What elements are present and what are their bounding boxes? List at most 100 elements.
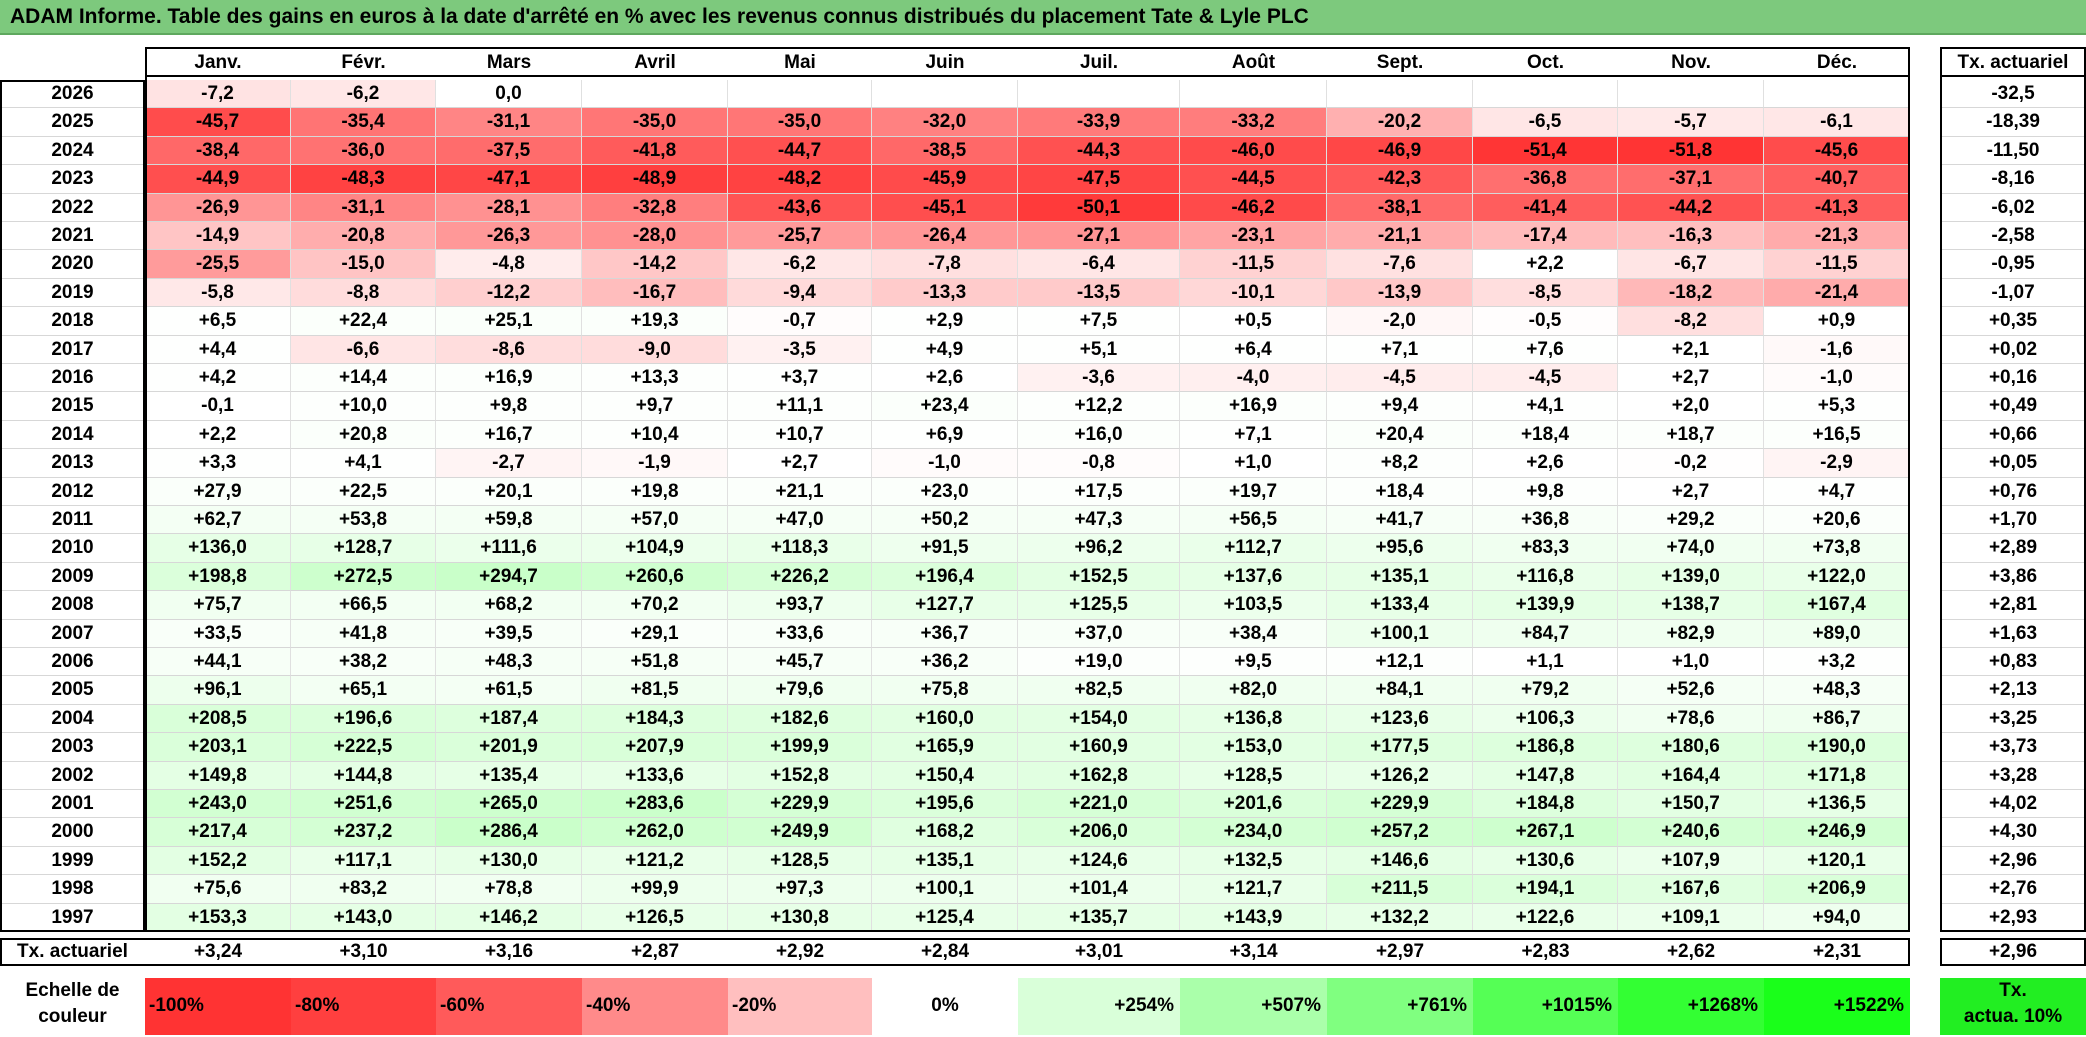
- gain-cell: +82,9: [1618, 619, 1764, 648]
- gain-cell: +36,7: [872, 619, 1018, 648]
- gain-cell: +201,6: [1180, 790, 1327, 819]
- gain-cell: +0,9: [1764, 307, 1910, 336]
- gain-cell: +94,0: [1764, 903, 1910, 932]
- actuarial-rate-cell: -18,39: [1940, 108, 2086, 137]
- gain-cell: -16,3: [1618, 222, 1764, 251]
- year-label: 2016: [0, 364, 145, 393]
- gain-cell: +20,8: [291, 420, 436, 450]
- gain-cell: -0,5: [1473, 307, 1618, 336]
- gain-cell: -0,2: [1618, 449, 1764, 478]
- actuarial-rate-cell: +4,02: [1940, 790, 2086, 819]
- gain-cell: +23,0: [872, 477, 1018, 506]
- actuarial-rate-cell: +0,02: [1940, 335, 2086, 364]
- gain-cell: +4,4: [145, 335, 291, 364]
- gain-cell: -13,5: [1018, 278, 1180, 308]
- gain-cell: -0,8: [1018, 449, 1180, 478]
- year-label: 2023: [0, 165, 145, 194]
- gain-cell: [1618, 80, 1764, 109]
- gain-cell: +184,8: [1473, 790, 1618, 819]
- scale-step: -60%: [436, 978, 582, 1035]
- gain-cell: +116,8: [1473, 562, 1618, 592]
- gain-cell: +146,6: [1327, 846, 1473, 876]
- gain-cell: +118,3: [728, 534, 872, 563]
- gain-cell: +184,3: [582, 704, 728, 734]
- gain-cell: -48,9: [582, 165, 728, 194]
- gain-cell: +138,7: [1618, 591, 1764, 620]
- gain-cell: -44,7: [728, 136, 872, 166]
- gain-cell: +168,2: [872, 818, 1018, 847]
- gain-cell: +1,0: [1180, 449, 1327, 478]
- gain-cell: +38,4: [1180, 619, 1327, 648]
- gain-cell: +75,8: [872, 676, 1018, 705]
- gain-cell: +221,0: [1018, 790, 1180, 819]
- month-header: Nov.: [1618, 47, 1764, 77]
- gain-cell: +135,1: [872, 846, 1018, 876]
- gain-cell: +237,2: [291, 818, 436, 847]
- gain-cell: +22,4: [291, 307, 436, 336]
- gain-cell: +18,7: [1618, 420, 1764, 450]
- gain-cell: -0,1: [145, 392, 291, 421]
- gain-cell: -7,8: [872, 250, 1018, 279]
- actuarial-rate-cell: -1,07: [1940, 278, 2086, 308]
- gain-cell: +100,1: [872, 875, 1018, 904]
- gain-cell: -4,5: [1473, 364, 1618, 393]
- gain-cell: +294,7: [436, 562, 582, 592]
- actuarial-rate-cell: +2,89: [1940, 534, 2086, 563]
- gain-cell: -9,4: [728, 278, 872, 308]
- gain-cell: +127,7: [872, 591, 1018, 620]
- gain-cell: +7,1: [1180, 420, 1327, 450]
- gain-cell: +109,1: [1618, 903, 1764, 932]
- gain-cell: +45,7: [728, 648, 872, 677]
- gain-cell: +41,8: [291, 619, 436, 648]
- gain-cell: -7,2: [145, 80, 291, 109]
- gain-cell: -42,3: [1327, 165, 1473, 194]
- gain-cell: -4,0: [1180, 364, 1327, 393]
- gain-cell: +171,8: [1764, 761, 1910, 790]
- gain-cell: -45,9: [872, 165, 1018, 194]
- gain-cell: +96,2: [1018, 534, 1180, 563]
- gain-cell: +79,6: [728, 676, 872, 705]
- gain-cell: +53,8: [291, 506, 436, 535]
- gain-cell: +68,2: [436, 591, 582, 620]
- gain-cell: -5,8: [145, 278, 291, 308]
- gain-cell: +59,8: [436, 506, 582, 535]
- actuarial-rate-cell: +0,35: [1940, 307, 2086, 336]
- gain-cell: -46,0: [1180, 136, 1327, 166]
- gain-cell: +133,4: [1327, 591, 1473, 620]
- gain-cell: +123,6: [1327, 704, 1473, 734]
- gain-cell: +75,7: [145, 591, 291, 620]
- gain-cell: +111,6: [436, 534, 582, 563]
- year-label: 2019: [0, 278, 145, 308]
- actuarial-rate-cell: +2,93: [1940, 903, 2086, 932]
- gain-cell: +153,3: [145, 903, 291, 932]
- gain-cell: +100,1: [1327, 619, 1473, 648]
- gain-cell: +177,5: [1327, 733, 1473, 762]
- gain-cell: +147,8: [1473, 761, 1618, 790]
- gain-cell: -45,6: [1764, 136, 1910, 166]
- gain-cell: +47,3: [1018, 506, 1180, 535]
- gain-cell: +29,2: [1618, 506, 1764, 535]
- gain-cell: +18,4: [1473, 420, 1618, 450]
- gain-cell: +19,3: [582, 307, 728, 336]
- gain-cell: -20,2: [1327, 108, 1473, 137]
- gain-cell: -21,3: [1764, 222, 1910, 251]
- scale-actuarial: Tx. actua. 10%: [1940, 978, 2086, 1035]
- gain-cell: -14,9: [145, 222, 291, 251]
- gain-cell: +0,5: [1180, 307, 1327, 336]
- gain-cell: -6,7: [1618, 250, 1764, 279]
- gain-cell: +136,5: [1764, 790, 1910, 819]
- actuarial-rate-cell: +3,28: [1940, 761, 2086, 790]
- year-label: 2013: [0, 449, 145, 478]
- gain-cell: +16,9: [436, 364, 582, 393]
- gain-cell: +128,7: [291, 534, 436, 563]
- gain-cell: +57,0: [582, 506, 728, 535]
- gain-cell: +2,7: [1618, 477, 1764, 506]
- gain-cell: -6,2: [291, 80, 436, 109]
- gain-cell: -27,1: [1018, 222, 1180, 251]
- actuarial-rate-cell: +0,16: [1940, 364, 2086, 393]
- gain-cell: +6,4: [1180, 335, 1327, 364]
- actuarial-rate-cell: -8,16: [1940, 165, 2086, 194]
- year-label: 2009: [0, 562, 145, 592]
- gain-cell: +61,5: [436, 676, 582, 705]
- gain-cell: +70,2: [582, 591, 728, 620]
